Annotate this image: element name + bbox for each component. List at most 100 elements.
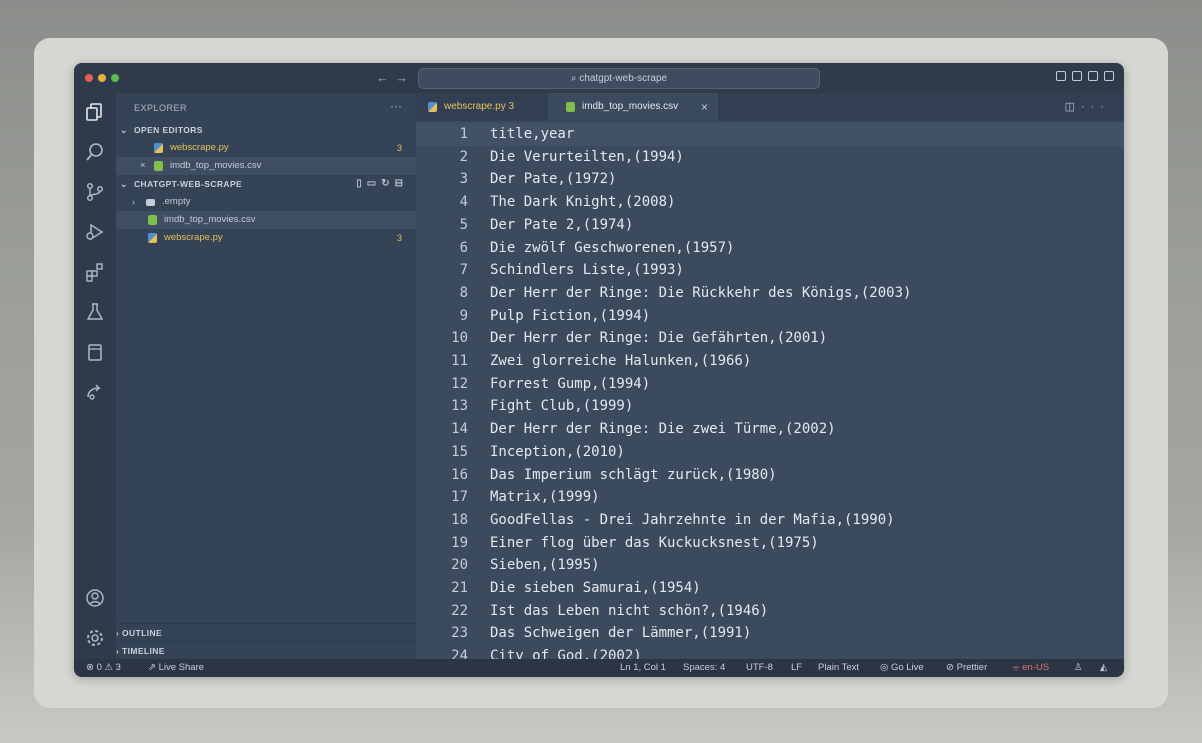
close-tab-icon[interactable]: × bbox=[701, 93, 708, 121]
open-editor-webscrape[interactable]: webscrape.py 3 bbox=[116, 139, 416, 157]
line-number: 13 bbox=[451, 398, 468, 415]
layout-controls bbox=[1056, 71, 1114, 81]
line-text: The Dark Knight,(2008) bbox=[490, 194, 676, 211]
minimize-window-button[interactable] bbox=[98, 74, 106, 82]
open-editors-section[interactable]: ⌄ OPEN EDITORS bbox=[116, 121, 416, 139]
code-editor[interactable]: 1 title,year 2 Die Verurteilten,(1994) 3 Der … bbox=[416, 121, 1124, 659]
notifications-bell-icon[interactable]: ◭ bbox=[1100, 659, 1107, 677]
code-line[interactable]: 1 title,year bbox=[416, 123, 1124, 146]
code-line[interactable]: 11 Zwei glorreiche Halunken,(1966) bbox=[416, 350, 1124, 373]
code-line[interactable]: 16 Das Imperium schlägt zurück,(1980) bbox=[416, 464, 1124, 487]
go-live-button[interactable]: ◎ Go Live bbox=[880, 659, 924, 677]
close-editor-icon[interactable]: × bbox=[140, 157, 146, 175]
tab-label: webscrape.py 3 bbox=[444, 101, 515, 112]
search-title: chatgpt-web-scrape bbox=[579, 73, 668, 84]
line-number: 3 bbox=[459, 171, 468, 188]
code-line[interactable]: 6 Die zwölf Geschworenen,(1957) bbox=[416, 237, 1124, 260]
testing-flask-icon[interactable] bbox=[84, 301, 106, 323]
project-folder-section[interactable]: ⌄ CHATGPT-WEB-SCRAPE ▯▭↻⊟ bbox=[116, 175, 416, 193]
split-editor-icon[interactable]: ◫ bbox=[1065, 101, 1081, 113]
line-text: Die Verurteilten,(1994) bbox=[490, 148, 684, 165]
source-control-icon[interactable] bbox=[84, 181, 106, 203]
line-number: 15 bbox=[451, 443, 468, 460]
toggle-secondary-sidebar-icon[interactable] bbox=[1088, 71, 1098, 81]
file-imdb-csv[interactable]: imdb_top_movies.csv bbox=[116, 211, 416, 229]
code-line[interactable]: 17 Matrix,(1999) bbox=[416, 486, 1124, 509]
more-actions-icon[interactable]: ··· bbox=[1081, 101, 1110, 113]
extensions-icon[interactable] bbox=[84, 261, 106, 283]
line-number: 19 bbox=[451, 534, 468, 551]
tab-webscrape[interactable]: webscrape.py 3 bbox=[416, 93, 548, 121]
line-text: Pulp Fiction,(1994) bbox=[490, 307, 651, 324]
open-editor-imdb-csv[interactable]: × imdb_top_movies.csv bbox=[116, 157, 416, 175]
prettier-status[interactable]: ⊘ Prettier bbox=[946, 659, 987, 677]
encoding[interactable]: UTF-8 bbox=[746, 659, 773, 677]
code-line[interactable]: 13 Fight Club,(1999) bbox=[416, 395, 1124, 418]
code-line[interactable]: 4 The Dark Knight,(2008) bbox=[416, 191, 1124, 214]
explorer-sidebar: EXPLORER ··· ⌄ OPEN EDITORS webscrape.py… bbox=[116, 93, 416, 659]
check-icon: ⊘ bbox=[946, 662, 957, 673]
code-line[interactable]: 18 GoodFellas - Drei Jahrzehnte in der Ma… bbox=[416, 509, 1124, 532]
spell-locale[interactable]: ⌯ en-US bbox=[1012, 659, 1049, 677]
more-actions-icon[interactable]: ··· bbox=[390, 99, 402, 113]
end-of-line[interactable]: LF bbox=[791, 659, 802, 677]
run-debug-icon[interactable] bbox=[84, 221, 106, 243]
timeline-section[interactable]: › TIMELINE bbox=[116, 641, 416, 660]
code-line[interactable]: 3 Der Pate,(1972) bbox=[416, 168, 1124, 191]
back-icon[interactable]: ← bbox=[376, 70, 395, 85]
section-label: OUTLINE bbox=[122, 628, 163, 638]
code-line[interactable]: 15 Inception,(2010) bbox=[416, 441, 1124, 464]
chevron-right-icon: › bbox=[132, 197, 135, 207]
command-center-search[interactable]: ⌕ chatgpt-web-scrape bbox=[418, 68, 820, 89]
tab-imdb-csv[interactable]: imdb_top_movies.csv × bbox=[548, 93, 718, 121]
line-number: 5 bbox=[459, 216, 468, 233]
problems-indicator[interactable]: ⊗ 0 ⚠ 3 bbox=[86, 659, 121, 677]
live-share-status[interactable]: ⇗ Live Share bbox=[148, 659, 204, 677]
refresh-icon[interactable]: ↻ bbox=[381, 178, 394, 189]
live-share-icon[interactable] bbox=[84, 381, 106, 403]
close-window-button[interactable] bbox=[85, 74, 93, 82]
code-line[interactable]: 20 Sieben,(1995) bbox=[416, 554, 1124, 577]
explorer-icon[interactable] bbox=[84, 101, 106, 123]
settings-gear-icon[interactable] bbox=[84, 627, 106, 649]
code-line[interactable]: 2 Die Verurteilten,(1994) bbox=[416, 146, 1124, 169]
code-line[interactable]: 21 Die sieben Samurai,(1954) bbox=[416, 577, 1124, 600]
status-bar: ⊗ 0 ⚠ 3 ⇗ Live Share Ln 1, Col 1 Spaces:… bbox=[74, 659, 1124, 677]
toggle-panel-icon[interactable] bbox=[1072, 71, 1082, 81]
file-webscrape[interactable]: webscrape.py 3 bbox=[116, 229, 416, 247]
code-line[interactable]: 19 Einer flog über das Kuckucksnest,(1975… bbox=[416, 532, 1124, 555]
outline-section[interactable]: › OUTLINE bbox=[116, 623, 416, 642]
line-text: Matrix,(1999) bbox=[490, 489, 600, 506]
line-number: 22 bbox=[451, 602, 468, 619]
code-line[interactable]: 5 Der Pate 2,(1974) bbox=[416, 214, 1124, 237]
code-line[interactable]: 22 Ist das Leben nicht schön?,(1946) bbox=[416, 600, 1124, 623]
customize-layout-icon[interactable] bbox=[1104, 71, 1114, 81]
code-line[interactable]: 8 Der Herr der Ringe: Die Rückkehr des Kö… bbox=[416, 282, 1124, 305]
line-text: Zwei glorreiche Halunken,(1966) bbox=[490, 353, 752, 369]
toggle-primary-sidebar-icon[interactable] bbox=[1056, 71, 1066, 81]
search-icon[interactable] bbox=[84, 141, 106, 163]
maximize-window-button[interactable] bbox=[111, 74, 119, 82]
line-text: GoodFellas - Drei Jahrzehnte in der Mafi… bbox=[490, 511, 895, 528]
csv-file-icon bbox=[148, 215, 157, 225]
code-line[interactable]: 24 City of God,(2002) bbox=[416, 645, 1124, 659]
code-line[interactable]: 14 Der Herr der Ringe: Die zwei Türme,(20… bbox=[416, 418, 1124, 441]
account-icon[interactable] bbox=[84, 587, 106, 609]
collapse-all-icon[interactable]: ⊟ bbox=[395, 178, 408, 189]
code-line[interactable]: 7 Schindlers Liste,(1993) bbox=[416, 259, 1124, 282]
feedback-icon[interactable]: ♙ bbox=[1074, 659, 1083, 677]
indentation[interactable]: Spaces: 4 bbox=[683, 659, 725, 677]
line-text: Der Herr der Ringe: Die Rückkehr des Kön… bbox=[490, 284, 912, 301]
folder-empty[interactable]: › .empty bbox=[116, 193, 416, 211]
code-line[interactable]: 10 Der Herr der Ringe: Die Gefährten,(200… bbox=[416, 327, 1124, 350]
csv-file-icon bbox=[154, 161, 163, 171]
notebook-icon[interactable] bbox=[84, 341, 106, 363]
code-line[interactable]: 9 Pulp Fiction,(1994) bbox=[416, 305, 1124, 328]
new-folder-icon[interactable]: ▭ bbox=[367, 178, 381, 189]
new-file-icon[interactable]: ▯ bbox=[356, 178, 367, 189]
code-line[interactable]: 12 Forrest Gump,(1994) bbox=[416, 373, 1124, 396]
language-mode[interactable]: Plain Text bbox=[818, 659, 859, 677]
cursor-position[interactable]: Ln 1, Col 1 bbox=[620, 659, 666, 677]
forward-icon[interactable]: → bbox=[395, 70, 414, 85]
code-line[interactable]: 23 Das Schweigen der Lämmer,(1991) bbox=[416, 622, 1124, 645]
